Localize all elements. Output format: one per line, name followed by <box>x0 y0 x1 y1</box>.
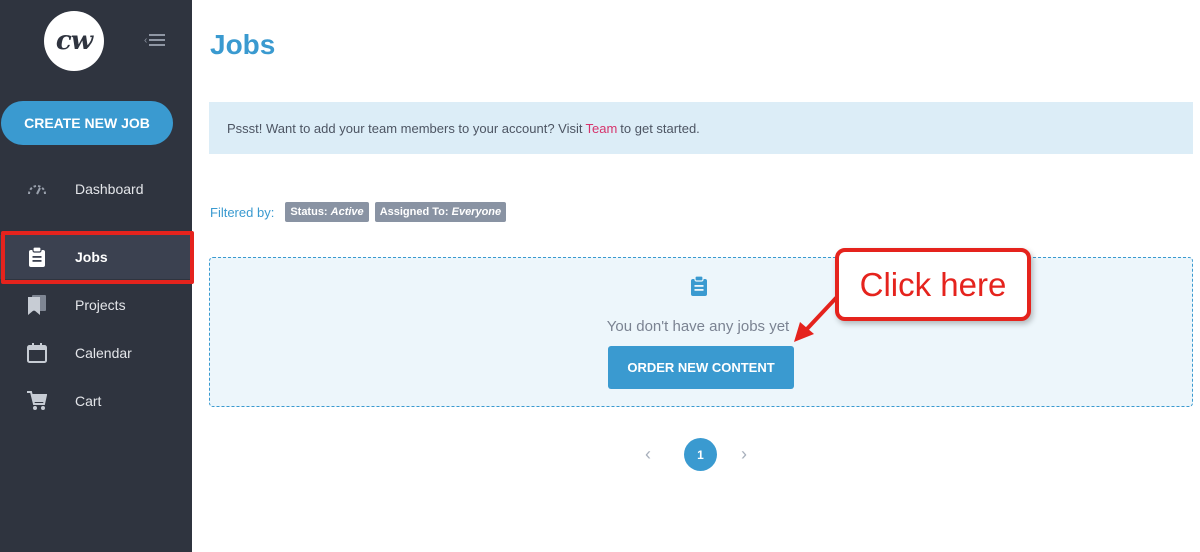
order-new-content-button[interactable]: ORDER NEW CONTENT <box>608 346 794 389</box>
sidebar-item-dashboard[interactable]: Dashboard <box>0 167 192 211</box>
team-notice-banner: Pssst! Want to add your team members to … <box>209 102 1193 154</box>
notice-text-after: to get started. <box>620 120 700 136</box>
page-title: Jobs <box>210 29 276 60</box>
chevron-left-icon: ‹ <box>144 34 148 46</box>
hamburger-menu-icon <box>149 34 166 46</box>
collapse-sidebar-button[interactable]: ‹ <box>144 30 172 50</box>
bookmark-icon <box>26 294 48 316</box>
status-filter-tag[interactable]: Status: Active <box>285 202 369 222</box>
filter-bar: Filtered by: Status: Active Assigned To:… <box>210 202 507 222</box>
notice-text-before: Pssst! Want to add your team members to … <box>227 120 583 136</box>
annotation-highlight-box <box>1 231 194 284</box>
team-link[interactable]: Team <box>586 121 618 136</box>
sidebar-item-label: Cart <box>75 393 102 409</box>
filtered-by-label: Filtered by: <box>210 204 275 220</box>
assigned-filter-value: Everyone <box>451 206 502 218</box>
assigned-filter-tag[interactable]: Assigned To: Everyone <box>374 202 507 222</box>
logo-text: cw <box>55 26 93 56</box>
sidebar-item-label: Dashboard <box>75 181 144 197</box>
empty-state-message: You don't have any jobs yet <box>606 318 790 335</box>
sidebar-item-projects[interactable]: Projects <box>0 283 192 327</box>
page-button-current[interactable]: 1 <box>684 438 717 471</box>
calendar-icon <box>26 342 48 364</box>
status-filter-value: Active <box>330 206 364 218</box>
chevron-right-icon[interactable]: › <box>741 444 747 465</box>
pagination: ‹ 1 › <box>640 438 760 472</box>
status-filter-key: Status: <box>290 206 328 218</box>
dashboard-gauge-icon <box>26 178 48 200</box>
cart-icon <box>26 390 48 412</box>
create-new-job-button[interactable]: CREATE NEW JOB <box>1 101 173 145</box>
sidebar-item-calendar[interactable]: Calendar <box>0 331 192 375</box>
assigned-filter-key: Assigned To: <box>379 206 449 218</box>
clipboard-icon <box>690 275 708 296</box>
chevron-left-icon[interactable]: ‹ <box>645 444 651 465</box>
sidebar-item-cart[interactable]: Cart <box>0 379 192 423</box>
empty-jobs-panel: You don't have any jobs yet ORDER NEW CO… <box>209 257 1193 407</box>
brand-logo[interactable]: cw <box>44 11 104 71</box>
sidebar-item-label: Calendar <box>75 345 132 361</box>
sidebar-item-label: Projects <box>75 297 126 313</box>
annotation-callout: Click here <box>835 248 1031 321</box>
